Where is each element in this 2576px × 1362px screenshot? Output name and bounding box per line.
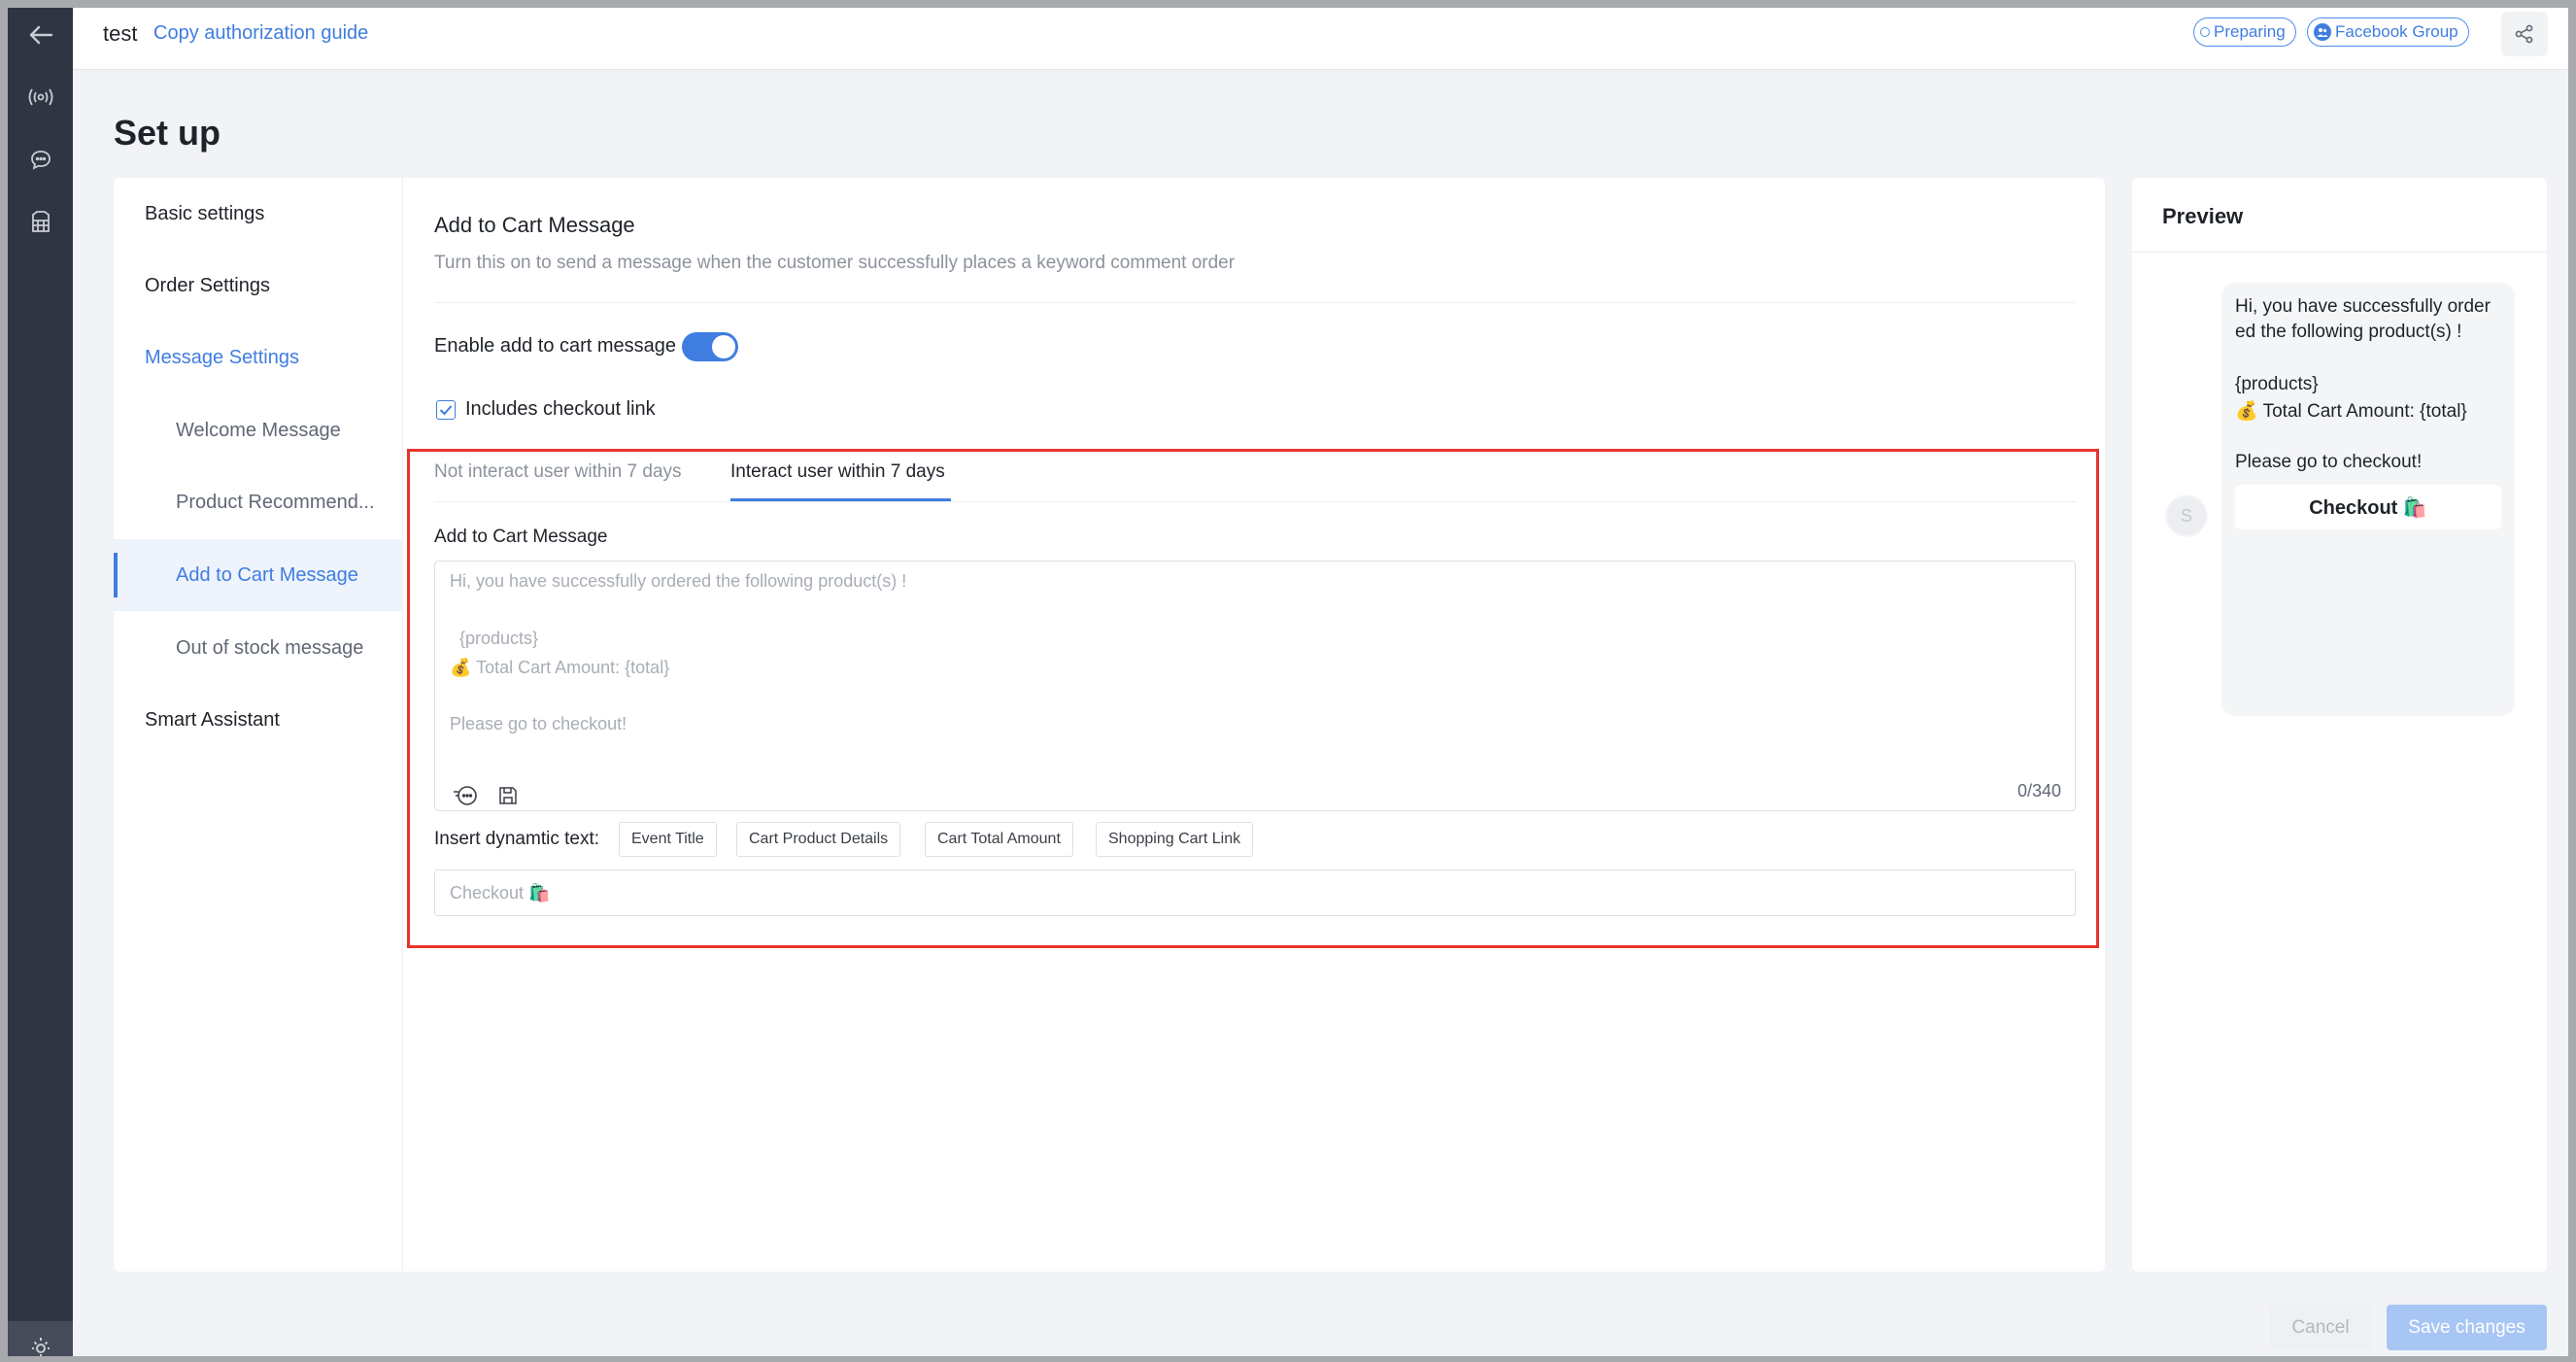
placeholder-line: Hi, you have successfully ordered the fo… [450,571,907,591]
preview-line: ed the following product(s) ! [2235,322,2462,342]
app-name: test [103,21,138,46]
section-description: Turn this on to send a message when the … [434,253,1236,273]
tab-not-interact-user[interactable]: Not interact user within 7 days [434,461,682,483]
store-shelf-icon[interactable] [8,202,73,241]
checkout-link-label: Includes checkout link [465,398,656,420]
emoji-icon[interactable] [451,783,480,808]
preview-checkout-button[interactable]: Checkout 🛍️ [2235,485,2501,529]
nav-smart-assistant[interactable]: Smart Assistant [114,684,403,756]
settings-gear-icon[interactable] [8,1321,73,1356]
back-arrow-icon[interactable] [8,16,73,54]
page-title: Set up [114,113,221,153]
status-badge-preparing[interactable]: Preparing [2193,17,2296,47]
nav-product-recommend[interactable]: Product Recommend... [114,466,403,538]
chip-shopping-cart-link[interactable]: Shopping Cart Link [1096,822,1254,857]
insert-dynamic-text-label: Insert dynamtic text: [434,829,600,849]
live-broadcast-icon[interactable] [8,78,73,117]
tab-interact-user[interactable]: Interact user within 7 days [730,461,945,483]
checkmark-icon [439,405,453,416]
chip-event-title[interactable]: Event Title [619,822,717,857]
nav-message-settings[interactable]: Message Settings [114,322,403,393]
nav-add-to-cart-message[interactable]: Add to Cart Message [114,539,403,611]
preview-line: {products} [2235,374,2319,394]
placeholder-line: 💰 Total Cart Amount: {total} [450,658,670,677]
save-changes-button[interactable]: Save changes [2387,1305,2547,1350]
settings-nav: Basic settings Order Settings Message Se… [114,178,403,1272]
message-field-label: Add to Cart Message [434,527,608,547]
save-icon[interactable] [493,783,523,808]
preview-divider [2132,252,2547,253]
avatar: S [2165,494,2208,537]
copy-guide-link[interactable]: Copy authorization guide [153,22,368,45]
window-frame-bottom [0,1356,2576,1362]
cancel-button[interactable]: Cancel [2270,1305,2371,1350]
placeholder-line: {products} [450,629,539,648]
share-icon [2515,24,2533,44]
window-frame-left [0,0,8,1362]
placeholder-line: Please go to checkout! [450,714,627,733]
tabs-baseline [434,501,2076,502]
window-frame-right [2568,0,2576,1362]
preview-card: Preview S Hi, you have successfully orde… [2132,178,2547,1272]
preview-line: Hi, you have successfully order [2235,296,2491,317]
checkout-button-text-input[interactable]: Checkout 🛍️ [434,869,2076,916]
left-rail [8,8,73,1356]
preview-message-bubble: Hi, you have successfully order ed the f… [2221,283,2515,716]
section-title: Add to Cart Message [434,213,635,237]
settings-card: Basic settings Order Settings Message Se… [114,178,2105,1272]
checkout-link-checkbox[interactable] [436,400,456,420]
nav-basic-settings[interactable]: Basic settings [114,178,403,250]
chip-cart-total-amount[interactable]: Cart Total Amount [925,822,1073,857]
share-button[interactable] [2501,12,2548,56]
section-divider [434,302,2076,303]
active-tab-indicator [730,498,951,501]
chat-bubble-icon[interactable] [8,140,73,179]
facebook-group-label: Facebook Group [2335,22,2458,41]
preview-line: 💰 Total Cart Amount: {total} [2235,401,2467,422]
group-people-icon [2314,23,2331,41]
preview-line: Please go to checkout! [2235,452,2423,472]
message-textarea[interactable]: Hi, you have successfully ordered the fo… [434,561,2076,811]
status-badge-label: Preparing [2214,22,2286,41]
top-header: test Copy authorization guide Preparing … [73,8,2568,70]
enable-toggle-switch[interactable] [682,332,738,361]
nav-order-settings[interactable]: Order Settings [114,250,403,322]
window-frame-top [0,0,2576,8]
status-dot-icon [2200,27,2210,37]
chip-cart-product-details[interactable]: Cart Product Details [736,822,901,857]
enable-toggle-label: Enable add to cart message [434,335,677,357]
facebook-group-button[interactable]: Facebook Group [2307,17,2469,47]
nav-out-of-stock-message[interactable]: Out of stock message [114,612,403,684]
nav-welcome-message[interactable]: Welcome Message [114,394,403,466]
char-counter: 0/340 [2017,781,2061,800]
preview-title: Preview [2162,204,2244,228]
